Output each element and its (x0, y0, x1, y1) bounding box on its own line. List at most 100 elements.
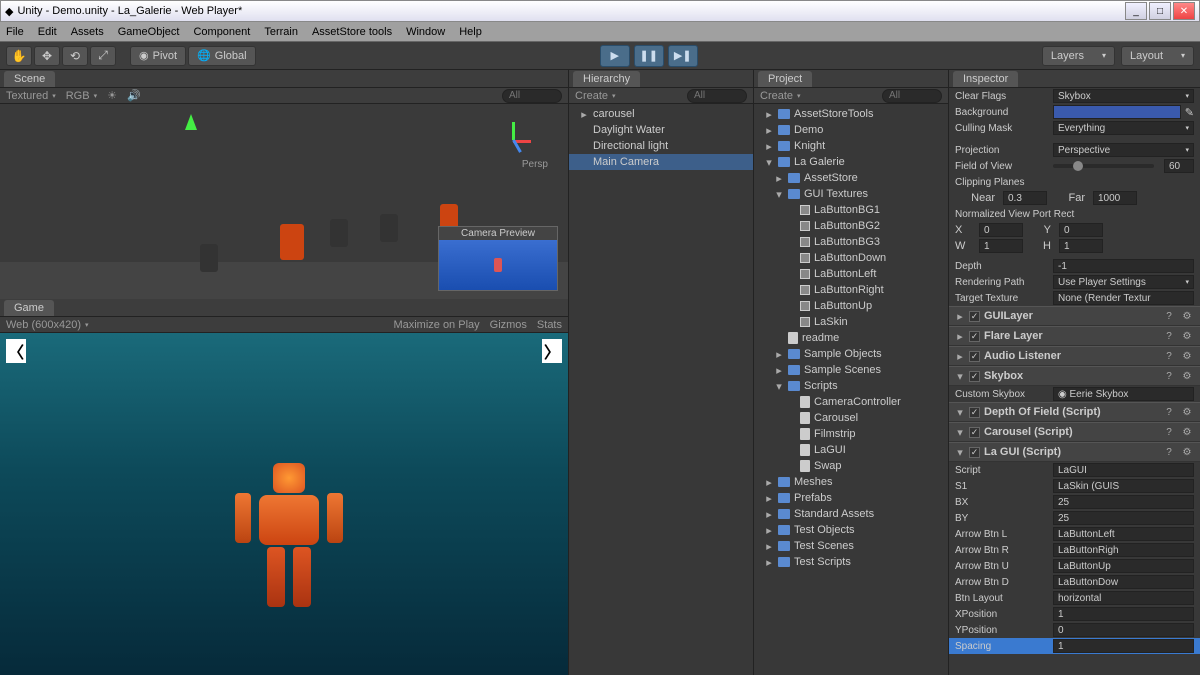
maximize-on-play-toggle[interactable]: Maximize on Play (393, 319, 479, 331)
component-enable-checkbox[interactable] (969, 371, 980, 382)
hierarchy-item[interactable]: Directional light (569, 138, 753, 154)
next-arrow-button[interactable]: 〉 (542, 339, 562, 363)
project-item[interactable]: LaGUI (754, 442, 948, 458)
project-item[interactable]: LaButtonDown (754, 250, 948, 266)
expand-icon[interactable]: ▾ (774, 189, 784, 199)
hand-tool-button[interactable]: ✋ (6, 46, 32, 66)
scene-tab[interactable]: Scene (4, 71, 55, 87)
project-item[interactable]: ▸Meshes (754, 474, 948, 490)
expand-icon[interactable]: ▸ (774, 365, 784, 375)
script-field[interactable]: LaButtonDow (1053, 575, 1194, 589)
project-item[interactable]: ▸Knight (754, 138, 948, 154)
component-enable-checkbox[interactable] (969, 407, 980, 418)
menu-terrain[interactable]: Terrain (264, 26, 298, 38)
target-texture-field[interactable]: None (Render Textur (1053, 291, 1194, 305)
fov-slider[interactable] (1053, 164, 1154, 168)
audio-icon[interactable]: 🔊 (127, 89, 141, 102)
expand-icon[interactable]: ▸ (579, 109, 589, 119)
project-tab[interactable]: Project (758, 71, 812, 87)
menu-gameobject[interactable]: GameObject (118, 26, 180, 38)
help-icon[interactable]: ? (1162, 405, 1176, 419)
menu-assets[interactable]: Assets (71, 26, 104, 38)
project-item[interactable]: ▾GUI Textures (754, 186, 948, 202)
gear-icon[interactable]: ⚙ (1180, 329, 1194, 343)
project-item[interactable]: ▸AssetStore (754, 170, 948, 186)
script-field[interactable]: LaButtonRigh (1053, 543, 1194, 557)
light-icon[interactable]: ☀ (107, 89, 117, 102)
component-header[interactable]: ▾Carousel (Script)?⚙ (949, 422, 1200, 442)
scale-tool-button[interactable]: ⤢ (90, 46, 116, 66)
scene-view[interactable]: Persp Camera Preview (0, 104, 568, 299)
component-enable-checkbox[interactable] (969, 331, 980, 342)
help-icon[interactable]: ? (1162, 425, 1176, 439)
expand-icon[interactable]: ▸ (764, 525, 774, 535)
expand-icon[interactable]: ▾ (774, 381, 784, 391)
project-item[interactable]: ▸Test Scripts (754, 554, 948, 570)
fov-input[interactable]: 60 (1164, 159, 1194, 173)
script-field[interactable]: 25 (1053, 495, 1194, 509)
play-button[interactable]: ▶ (600, 45, 630, 67)
gear-icon[interactable]: ⚙ (1180, 349, 1194, 363)
game-resolution-dropdown[interactable]: Web (600x420) (6, 319, 89, 331)
project-item[interactable]: LaSkin (754, 314, 948, 330)
projection-dropdown[interactable]: Perspective (1053, 143, 1194, 157)
inspector-tab[interactable]: Inspector (953, 71, 1018, 87)
script-field[interactable]: horizontal (1053, 591, 1194, 605)
project-item[interactable]: Carousel (754, 410, 948, 426)
viewport-h-input[interactable]: 1 (1059, 239, 1103, 253)
project-item[interactable]: LaButtonUp (754, 298, 948, 314)
project-item[interactable]: ▸Standard Assets (754, 506, 948, 522)
expand-icon[interactable]: ▸ (955, 351, 965, 361)
gear-icon[interactable]: ⚙ (1180, 445, 1194, 459)
project-item[interactable]: ▸Test Objects (754, 522, 948, 538)
layout-dropdown[interactable]: Layout (1121, 46, 1194, 66)
expand-icon[interactable]: ▾ (955, 407, 965, 417)
game-view[interactable]: 〈 〉 (0, 333, 568, 675)
project-item[interactable]: Swap (754, 458, 948, 474)
project-item[interactable]: LaButtonBG2 (754, 218, 948, 234)
script-field[interactable]: LaSkin (GUIS (1053, 479, 1194, 493)
script-field[interactable]: 1 (1053, 607, 1194, 621)
script-field[interactable]: LaGUI (1053, 463, 1194, 477)
component-header[interactable]: ▾Skybox?⚙ (949, 366, 1200, 386)
minimize-button[interactable]: _ (1125, 2, 1147, 20)
component-enable-checkbox[interactable] (969, 427, 980, 438)
project-item[interactable]: ▸Sample Objects (754, 346, 948, 362)
near-clip-input[interactable]: 0.3 (1003, 191, 1047, 205)
scene-search-input[interactable] (502, 89, 562, 103)
expand-icon[interactable]: ▸ (764, 109, 774, 119)
project-item[interactable]: LaButtonBG1 (754, 202, 948, 218)
expand-icon[interactable]: ▾ (955, 427, 965, 437)
background-color-field[interactable] (1053, 105, 1181, 119)
project-item[interactable]: readme (754, 330, 948, 346)
expand-icon[interactable]: ▾ (764, 157, 774, 167)
expand-icon[interactable]: ▸ (774, 349, 784, 359)
hierarchy-item[interactable]: Main Camera (569, 154, 753, 170)
project-item[interactable]: LaButtonBG3 (754, 234, 948, 250)
component-header[interactable]: ▸Flare Layer?⚙ (949, 326, 1200, 346)
component-header[interactable]: ▾La GUI (Script)?⚙ (949, 442, 1200, 462)
hierarchy-search-input[interactable] (687, 89, 747, 103)
layers-dropdown[interactable]: Layers (1042, 46, 1115, 66)
expand-icon[interactable]: ▸ (764, 509, 774, 519)
menu-window[interactable]: Window (406, 26, 445, 38)
menu-file[interactable]: File (6, 26, 24, 38)
close-button[interactable]: ✕ (1173, 2, 1195, 20)
help-icon[interactable]: ? (1162, 369, 1176, 383)
expand-icon[interactable]: ▾ (955, 371, 965, 381)
project-create-dropdown[interactable]: Create (760, 90, 801, 102)
move-tool-button[interactable]: ✥ (34, 46, 60, 66)
viewport-w-input[interactable]: 1 (979, 239, 1023, 253)
component-header[interactable]: ▸Audio Listener?⚙ (949, 346, 1200, 366)
step-button[interactable]: ▶❚ (668, 45, 698, 67)
component-header[interactable]: ▸GUILayer?⚙ (949, 306, 1200, 326)
stats-toggle[interactable]: Stats (537, 319, 562, 331)
project-item[interactable]: ▾Scripts (754, 378, 948, 394)
scene-shading-dropdown[interactable]: Textured (6, 90, 56, 102)
help-icon[interactable]: ? (1162, 329, 1176, 343)
viewport-y-input[interactable]: 0 (1059, 223, 1103, 237)
help-icon[interactable]: ? (1162, 309, 1176, 323)
scene-rgb-dropdown[interactable]: RGB (66, 90, 97, 102)
menu-component[interactable]: Component (193, 26, 250, 38)
project-item[interactable]: ▾La Galerie (754, 154, 948, 170)
